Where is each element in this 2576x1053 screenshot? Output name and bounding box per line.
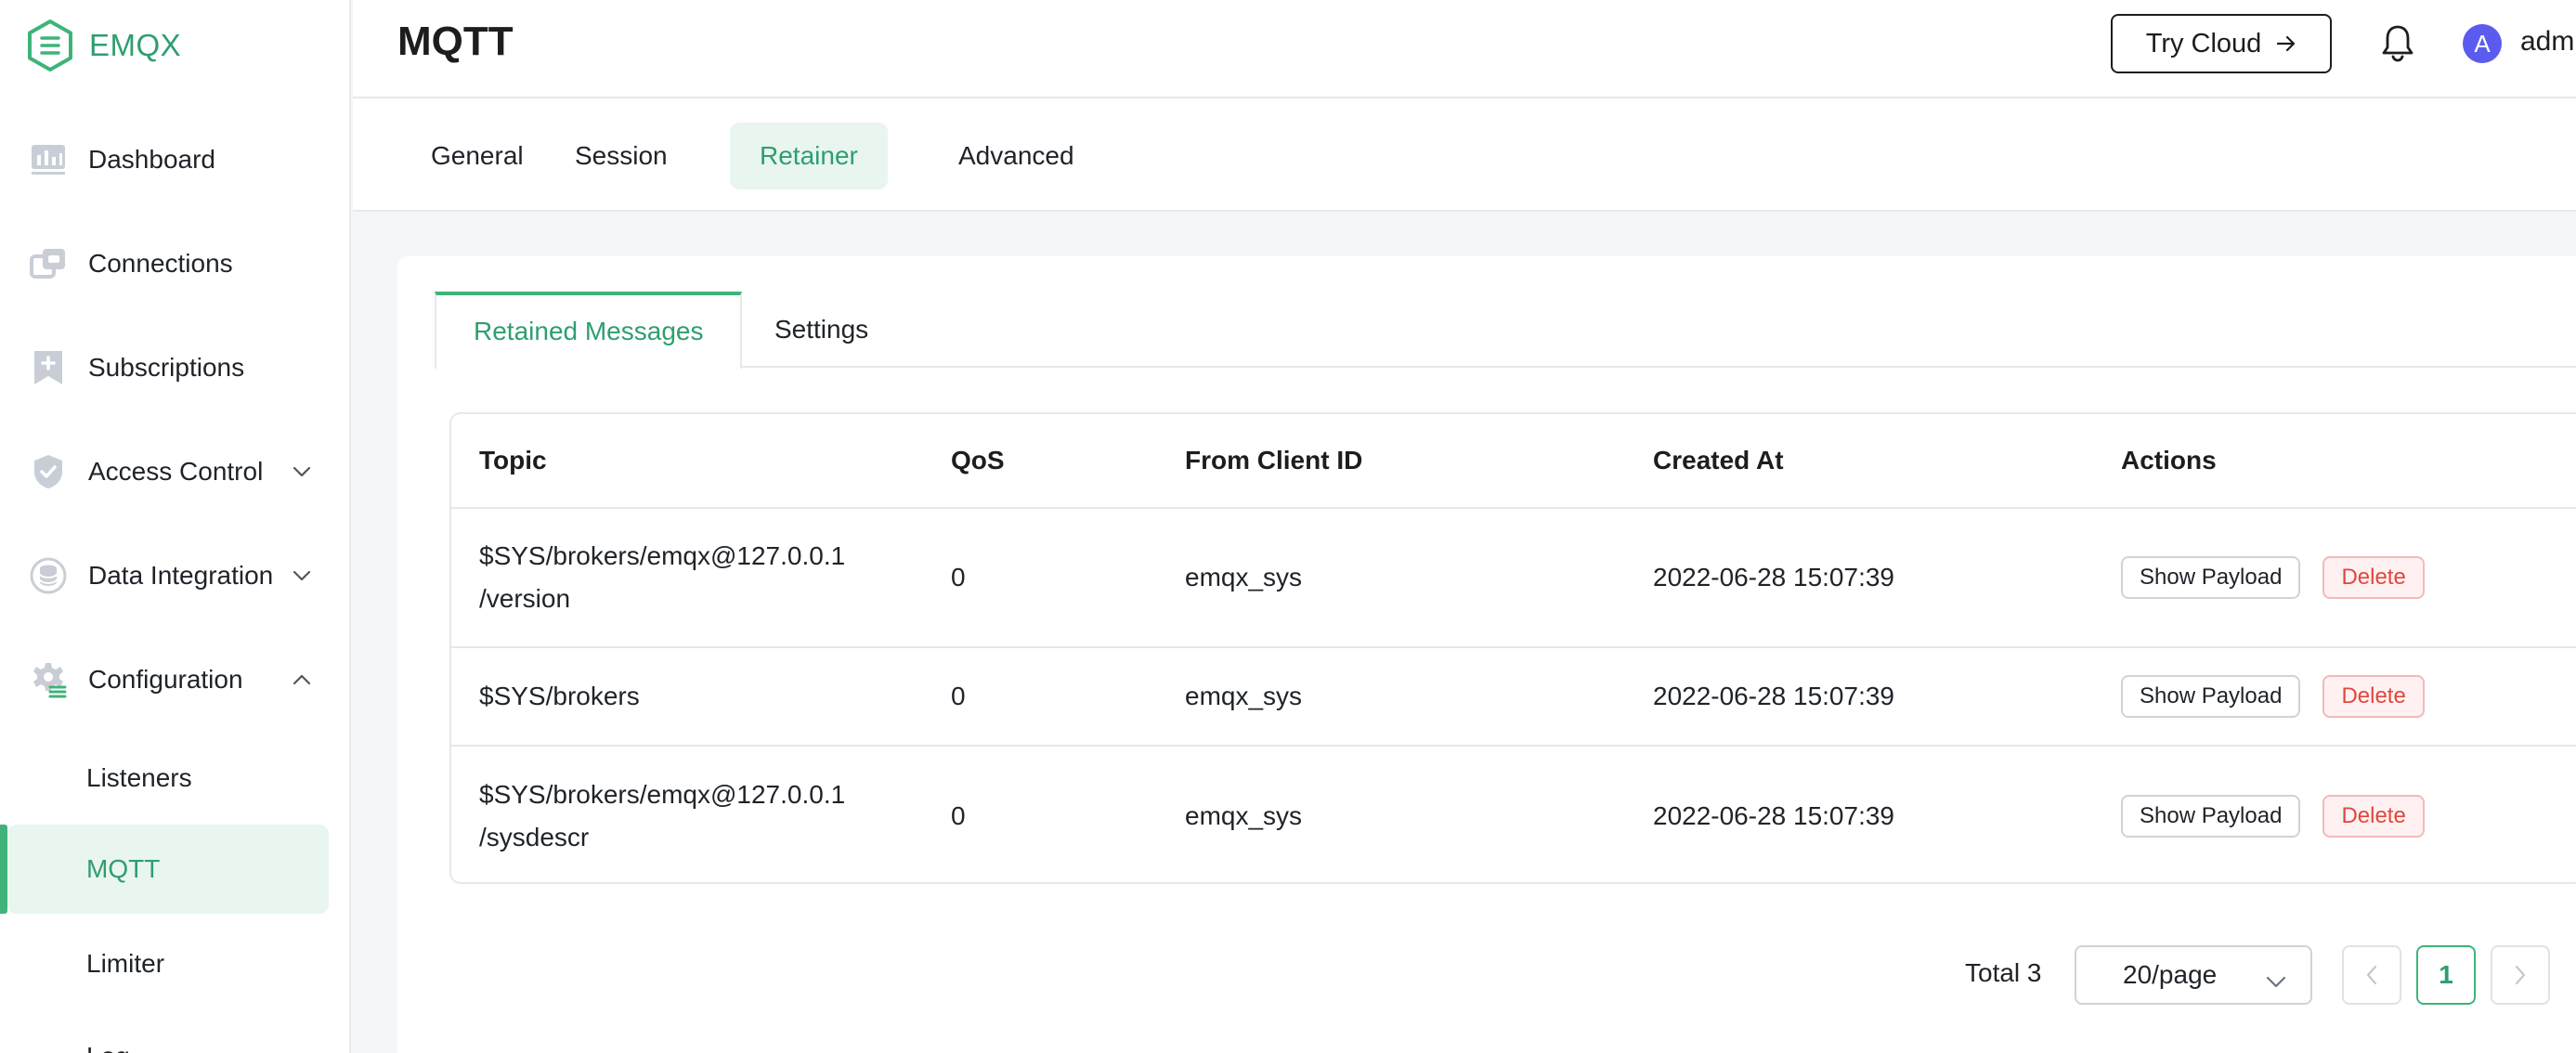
sidebar-item-subscriptions[interactable]: Subscriptions <box>0 331 349 405</box>
emqx-logo-icon <box>28 20 72 72</box>
actions-cell: Show Payload Delete <box>2121 509 2548 646</box>
total-count: Total 3 <box>1965 958 2042 987</box>
sidebar-item-label: MQTT <box>86 854 161 883</box>
sidebar-item-label: Connections <box>88 249 233 278</box>
topic-text: $SYS/brokers/emqx@127.0.0.1 <box>479 541 846 570</box>
qos-cell: 0 <box>951 801 966 830</box>
chevron-right-icon <box>2515 965 2526 985</box>
mqtt-tabs: General Session Retainer Advanced <box>353 98 2576 212</box>
sidebar-item-label: Listeners <box>86 763 192 792</box>
sidebar-item-dashboard[interactable]: Dashboard <box>0 123 349 197</box>
page-title: MQTT <box>397 19 514 64</box>
column-header-qos: QoS <box>951 446 1005 474</box>
sidebar-item-access-control[interactable]: Access Control <box>0 435 349 509</box>
chevron-down-icon <box>290 460 314 484</box>
table-row: $SYS/brokers/emqx@127.0.0.1 /sysdescr 0 … <box>451 747 2576 882</box>
show-payload-button[interactable]: Show Payload <box>2121 675 2301 718</box>
sidebar-item-data-integration[interactable]: Data Integration <box>0 539 349 613</box>
shield-icon <box>30 453 67 490</box>
emqx-logo[interactable]: EMQX <box>26 17 181 74</box>
actions-cell: Show Payload Delete <box>2121 648 2548 745</box>
try-cloud-button[interactable]: Try Cloud <box>2111 14 2332 73</box>
avatar[interactable]: A <box>2463 24 2502 63</box>
sidebar-item-label: Dashboard <box>88 145 215 174</box>
delete-button[interactable]: Delete <box>2322 795 2425 838</box>
retainer-subtabs: Retained Messages Settings <box>435 292 2576 370</box>
topic-cell: $SYS/brokers/emqx@127.0.0.1 /sysdescr <box>479 747 925 882</box>
sidebar-item-label: Access Control <box>88 457 264 486</box>
sidebar-item-label: Data Integration <box>88 561 274 590</box>
sidebar-item-connections[interactable]: Connections <box>0 227 349 301</box>
column-header-created-at: Created At <box>1653 446 1784 474</box>
retained-messages-table: Topic QoS From Client ID Created At Acti… <box>449 412 2576 884</box>
topic-text: $SYS/brokers/emqx@127.0.0.1 <box>479 780 846 809</box>
retainer-card: Retained Messages Settings Topic QoS Fro… <box>397 256 2576 1053</box>
arrow-right-icon <box>2276 29 2296 59</box>
qos-cell: 0 <box>951 563 966 592</box>
client-id-cell: emqx_sys <box>1185 563 1303 592</box>
delete-button[interactable]: Delete <box>2322 675 2425 718</box>
sidebar-subitem-log[interactable]: Log <box>7 1012 329 1053</box>
show-payload-button[interactable]: Show Payload <box>2121 556 2301 599</box>
created-at-cell: 2022-06-28 15:07:39 <box>1653 563 1894 592</box>
next-page-button[interactable] <box>2491 945 2550 1005</box>
chevron-down-icon <box>2266 966 2286 995</box>
username[interactable]: admin <box>2520 26 2576 58</box>
qos-cell: 0 <box>951 682 966 710</box>
table-row: $SYS/brokers/emqx@127.0.0.1 /version 0 e… <box>451 509 2576 648</box>
table-row: $SYS/brokers 0 emqx_sys 2022-06-28 15:07… <box>451 648 2576 747</box>
topic-cell: $SYS/brokers <box>479 682 640 710</box>
active-indicator <box>0 825 7 914</box>
sidebar-item-label: Log <box>86 1042 130 1053</box>
delete-button[interactable]: Delete <box>2322 556 2425 599</box>
chevron-left-icon <box>2366 965 2377 985</box>
sidebar-subitem-listeners[interactable]: Listeners <box>7 734 329 823</box>
table-header-row: Topic QoS From Client ID Created At Acti… <box>451 414 2576 509</box>
try-cloud-label: Try Cloud <box>2145 28 2262 58</box>
sidebar-subitem-mqtt[interactable]: MQTT <box>7 825 329 914</box>
topic-text: /sysdescr <box>479 823 590 852</box>
sidebar: EMQX Dashboard Connections Subscriptions <box>0 0 351 1053</box>
actions-cell: Show Payload Delete <box>2121 747 2548 882</box>
notification-bell-icon[interactable] <box>2377 20 2418 65</box>
subscriptions-icon <box>30 349 67 386</box>
column-header-actions: Actions <box>2121 446 2217 474</box>
connections-icon <box>30 245 67 282</box>
tab-retained-messages[interactable]: Retained Messages <box>435 292 743 370</box>
page-size-value: 20/page <box>2123 960 2218 989</box>
topic-text: /version <box>479 584 571 613</box>
database-icon <box>30 557 67 594</box>
sidebar-item-configuration[interactable]: Configuration <box>0 643 349 717</box>
sidebar-subitem-limiter[interactable]: Limiter <box>7 919 329 1008</box>
tab-retainer[interactable]: Retainer <box>730 123 888 189</box>
chevron-up-icon <box>290 668 314 692</box>
show-payload-button[interactable]: Show Payload <box>2121 795 2301 838</box>
topic-cell: $SYS/brokers/emqx@127.0.0.1 /version <box>479 509 925 646</box>
sidebar-item-label: Subscriptions <box>88 353 245 382</box>
column-header-client-id: From Client ID <box>1185 446 1363 474</box>
chevron-down-icon <box>290 564 314 588</box>
tab-settings[interactable]: Settings <box>737 292 905 368</box>
brand-name: EMQX <box>89 28 182 62</box>
created-at-cell: 2022-06-28 15:07:39 <box>1653 801 1894 830</box>
top-header: MQTT Try Cloud A admin <box>353 0 2576 98</box>
page-size-select[interactable]: 20/page <box>2075 945 2312 1005</box>
client-id-cell: emqx_sys <box>1185 801 1303 830</box>
gear-icon <box>30 661 67 698</box>
created-at-cell: 2022-06-28 15:07:39 <box>1653 682 1894 710</box>
tab-session[interactable]: Session <box>545 123 697 189</box>
pagination: Total 3 20/page 1 <box>397 945 2576 1005</box>
prev-page-button[interactable] <box>2342 945 2401 1005</box>
page-number-button[interactable]: 1 <box>2416 945 2476 1005</box>
sidebar-item-label: Limiter <box>86 949 165 978</box>
sidebar-item-label: Configuration <box>88 665 243 694</box>
tab-general[interactable]: General <box>401 123 553 189</box>
dashboard-icon <box>30 141 67 178</box>
tab-advanced[interactable]: Advanced <box>929 123 1104 189</box>
client-id-cell: emqx_sys <box>1185 682 1303 710</box>
column-header-topic: Topic <box>479 446 547 474</box>
